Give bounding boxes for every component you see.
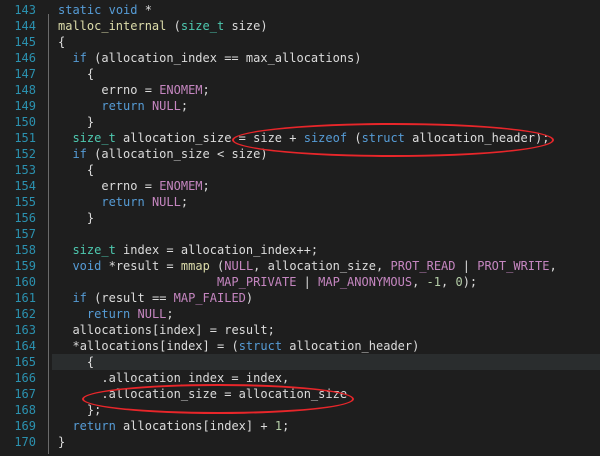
code-text[interactable]: malloc_internal (size_t size) <box>58 18 268 34</box>
line-number: 162 <box>14 307 36 321</box>
code-editor[interactable]: 143 static void * 144 malloc_internal (size… <box>0 0 600 456</box>
code-text[interactable]: size_t index = allocation_index++; <box>58 242 318 258</box>
code-text[interactable]: } <box>58 434 65 450</box>
code-text[interactable]: if (allocation_size < size) <box>58 146 267 162</box>
code-line[interactable]: 148 errno = ENOMEM; <box>0 82 600 98</box>
code-line[interactable]: 153 { <box>0 162 600 178</box>
line-number: 154 <box>14 179 36 193</box>
code-line[interactable]: 164 *allocations[index] = (struct alloca… <box>0 338 600 354</box>
code-text[interactable]: return NULL; <box>58 306 174 322</box>
line-number: 158 <box>14 243 36 257</box>
code-text[interactable]: if (result == MAP_FAILED) <box>58 290 253 306</box>
code-text[interactable]: static void * <box>58 2 152 18</box>
code-line[interactable]: 156 } <box>0 210 600 226</box>
line-number: 145 <box>14 35 36 49</box>
line-number: 152 <box>14 147 36 161</box>
line-number: 157 <box>14 227 36 241</box>
code-line[interactable]: 145 { <box>0 34 600 50</box>
code-line[interactable]: 165 { <box>0 354 600 370</box>
code-text[interactable]: .allocation_index = index, <box>58 370 289 386</box>
line-number: 149 <box>14 99 36 113</box>
code-text[interactable]: size_t allocation_size = size + sizeof (… <box>58 130 549 146</box>
code-text[interactable]: { <box>58 162 94 178</box>
line-number: 164 <box>14 339 36 353</box>
line-number: 165 <box>14 355 36 369</box>
line-number: 155 <box>14 195 36 209</box>
code-line[interactable]: 146 if (allocation_index == max_allocati… <box>0 50 600 66</box>
code-line[interactable]: 167 .allocation_size = allocation_size <box>0 386 600 402</box>
line-number: 143 <box>14 3 36 17</box>
line-number: 147 <box>14 67 36 81</box>
code-line[interactable]: 155 return NULL; <box>0 194 600 210</box>
code-text[interactable]: .allocation_size = allocation_size <box>58 386 347 402</box>
code-text[interactable]: void *result = mmap (NULL, allocation_si… <box>58 258 556 274</box>
code-line[interactable]: 150 } <box>0 114 600 130</box>
line-number: 153 <box>14 163 36 177</box>
line-number: 146 <box>14 51 36 65</box>
code-line[interactable]: 168 }; <box>0 402 600 418</box>
line-number: 163 <box>14 323 36 337</box>
code-text[interactable]: }; <box>58 402 101 418</box>
line-number: 169 <box>14 419 36 433</box>
code-line[interactable]: 158 size_t index = allocation_index++; <box>0 242 600 258</box>
code-line[interactable]: 151 size_t allocation_size = size + size… <box>0 130 600 146</box>
line-number: 150 <box>14 115 36 129</box>
code-text[interactable]: if (allocation_index == max_allocations) <box>58 50 361 66</box>
code-line[interactable]: 157 <box>0 226 600 242</box>
code-line[interactable]: 149 return NULL; <box>0 98 600 114</box>
code-line[interactable]: 159 void *result = mmap (NULL, allocatio… <box>0 258 600 274</box>
line-number: 151 <box>14 131 36 145</box>
code-line[interactable]: 154 errno = ENOMEM; <box>0 178 600 194</box>
line-number: 159 <box>14 259 36 273</box>
code-line[interactable]: 163 allocations[index] = result; <box>0 322 600 338</box>
code-text[interactable]: return NULL; <box>58 98 188 114</box>
code-text[interactable]: } <box>58 210 94 226</box>
code-text[interactable]: errno = ENOMEM; <box>58 82 209 98</box>
code-text[interactable]: } <box>58 114 94 130</box>
code-text[interactable]: return allocations[index] + 1; <box>58 418 289 434</box>
code-text[interactable]: return NULL; <box>58 194 188 210</box>
code-line[interactable]: 144 malloc_internal (size_t size) <box>0 18 600 34</box>
line-number: 160 <box>14 275 36 289</box>
code-line[interactable]: 161 if (result == MAP_FAILED) <box>0 290 600 306</box>
code-text[interactable]: errno = ENOMEM; <box>58 178 209 194</box>
code-line[interactable]: 166 .allocation_index = index, <box>0 370 600 386</box>
line-number: 156 <box>14 211 36 225</box>
line-number: 170 <box>14 435 36 449</box>
code-text[interactable]: MAP_PRIVATE | MAP_ANONYMOUS, -1, 0); <box>58 274 477 290</box>
line-number: 167 <box>14 387 36 401</box>
line-number: 144 <box>14 19 36 33</box>
code-text[interactable]: *allocations[index] = (struct allocation… <box>58 338 419 354</box>
line-number: 148 <box>14 83 36 97</box>
code-line[interactable]: 170} <box>0 434 600 450</box>
code-text[interactable]: { <box>58 66 94 82</box>
code-line[interactable]: 169 return allocations[index] + 1; <box>0 418 600 434</box>
code-text[interactable]: allocations[index] = result; <box>58 322 274 338</box>
code-line[interactable]: 160 MAP_PRIVATE | MAP_ANONYMOUS, -1, 0); <box>0 274 600 290</box>
code-line[interactable]: 162 return NULL; <box>0 306 600 322</box>
code-line[interactable]: 147 { <box>0 66 600 82</box>
line-number: 166 <box>14 371 36 385</box>
code-text[interactable]: { <box>58 34 65 50</box>
line-number: 168 <box>14 403 36 417</box>
code-text[interactable]: { <box>58 354 94 370</box>
line-number: 161 <box>14 291 36 305</box>
code-line[interactable]: 143 static void * <box>0 2 600 18</box>
code-line[interactable]: 152 if (allocation_size < size) <box>0 146 600 162</box>
